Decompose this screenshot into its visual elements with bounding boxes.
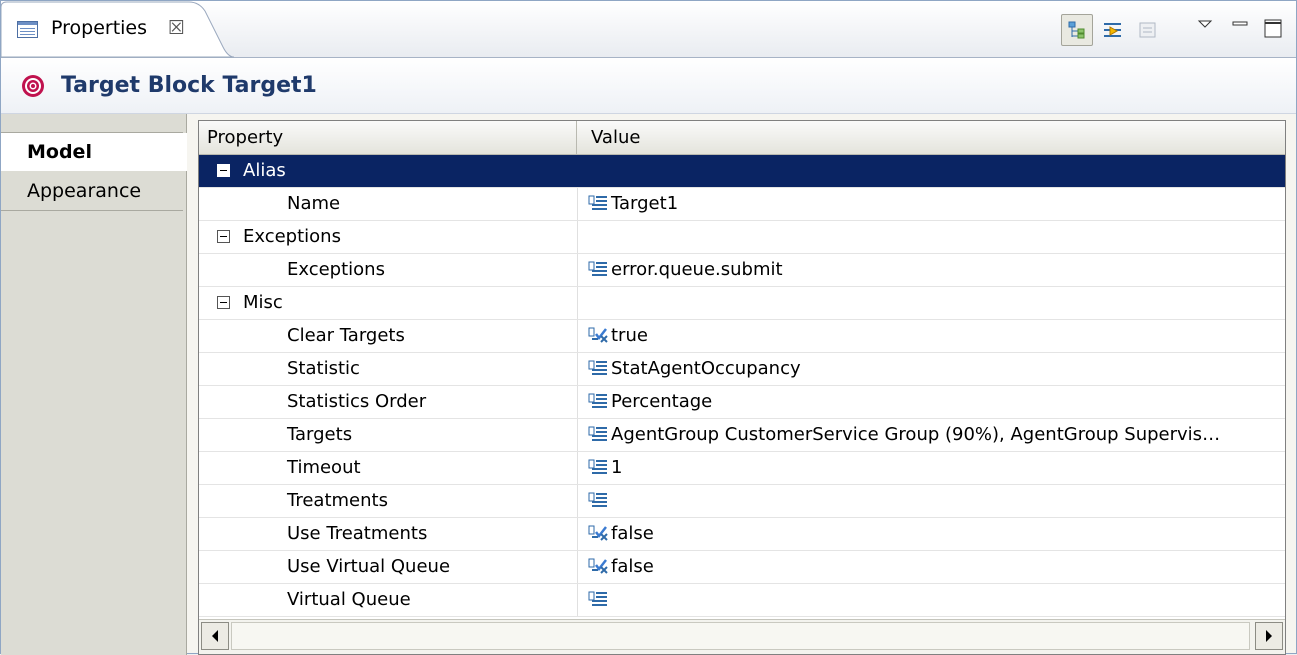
text-value-icon [588,195,608,211]
table-row[interactable]: Timeout 1 [199,452,1285,485]
table-header: Property Value [199,121,1285,155]
show-categories-icon [1068,21,1085,39]
property-value: true [611,325,648,346]
table-row[interactable]: Statistic StatAgentOccupancy [199,353,1285,386]
properties-table-icon [17,21,39,39]
view-menu-button[interactable] [1193,15,1223,45]
view-menu-icon [1197,20,1213,28]
view-tab-strip: Properties ☒ [1,1,1296,58]
collapse-icon[interactable] [217,164,230,177]
target-icon [21,74,45,102]
property-label: Treatments [287,490,388,511]
restore-default-value-button[interactable] [1133,15,1163,45]
table-row[interactable]: Statistics Order Percentage [199,386,1285,419]
tab-model[interactable]: Model [1,133,187,171]
property-label: Use Treatments [287,523,428,544]
category-row-alias[interactable]: Alias [199,155,1285,188]
properties-view: Properties ☒ Target Block Target1 Model … [0,0,1297,655]
tab-appearance[interactable]: Appearance [1,172,183,211]
property-label: Statistics Order [287,391,427,412]
property-label: Virtual Queue [287,589,411,610]
category-row-misc[interactable]: Misc [199,287,1285,320]
tab-model-label: Model [27,141,92,163]
table-row[interactable]: Exceptions error.queue.submit [199,254,1285,287]
page-title: Target Block Target1 [61,73,317,98]
properties-title-bar: Target Block Target1 [1,58,1296,114]
column-header-property[interactable]: Property [199,121,577,154]
property-label: Clear Targets [287,325,405,346]
text-value-icon [588,591,608,607]
maximize-button[interactable] [1259,15,1289,45]
properties-view-tab[interactable]: Properties ☒ [1,1,234,58]
column-header-value[interactable]: Value [577,121,1285,154]
table-row[interactable]: Clear Targets true [199,320,1285,353]
section-tabs-top [1,114,183,133]
arrow-right-icon [1266,630,1272,642]
boolean-value-icon [588,525,608,541]
property-value: StatAgentOccupancy [611,358,801,379]
property-value: Percentage [611,391,713,412]
show-advanced-properties-icon [1104,23,1121,37]
property-value: false [611,556,654,577]
property-label: Timeout [287,457,361,478]
text-value-icon [588,393,608,409]
boolean-value-icon [588,327,608,343]
property-value: AgentGroup CustomerService Group (90%), … [611,424,1221,445]
scroll-right-button[interactable] [1255,622,1283,650]
minimize-button[interactable] [1227,15,1257,45]
text-value-icon [588,459,608,475]
table-row[interactable]: Targets AgentGroup CustomerService Group… [199,419,1285,452]
table-row[interactable]: Use Virtual Queue false [199,551,1285,584]
show-categories-button[interactable] [1061,14,1093,46]
section-tabs: Model Appearance [1,114,187,655]
collapse-icon[interactable] [217,296,230,309]
scrollbar-thumb[interactable] [231,622,1250,650]
property-label: Statistic [287,358,360,379]
property-label: Exceptions [287,259,385,280]
property-value: error.queue.submit [611,259,783,280]
arrow-left-icon [212,630,218,642]
table-row[interactable]: Treatments [199,485,1285,518]
category-label: Misc [243,292,283,313]
property-sheet-table: Property Value Alias Name Target1 Except… [198,120,1286,655]
text-value-icon [588,426,608,442]
category-row-exceptions[interactable]: Exceptions [199,221,1285,254]
close-icon[interactable]: ☒ [168,17,185,39]
property-value: Target1 [611,193,679,214]
maximize-icon [1264,19,1282,38]
scroll-left-button[interactable] [201,622,229,650]
property-label: Use Virtual Queue [287,556,451,577]
category-label: Exceptions [243,226,341,247]
property-value: 1 [611,457,623,478]
text-value-icon [588,360,608,376]
property-value: false [611,523,654,544]
tab-appearance-label: Appearance [27,180,142,202]
table-row[interactable]: Use Treatments false [199,518,1285,551]
property-label: Targets [287,424,353,445]
text-value-icon [588,261,608,277]
minimize-icon [1232,21,1248,26]
text-value-icon [588,492,608,508]
property-label: Name [287,193,341,214]
boolean-value-icon [588,558,608,574]
table-row[interactable]: Virtual Queue [199,584,1285,617]
restore-default-value-icon [1139,22,1156,38]
category-label: Alias [243,160,286,181]
collapse-icon[interactable] [217,230,230,243]
horizontal-scrollbar[interactable] [199,619,1285,654]
show-advanced-properties-button[interactable] [1097,15,1127,45]
properties-tab-label: Properties [51,17,148,39]
table-row[interactable]: Name Target1 [199,188,1285,221]
